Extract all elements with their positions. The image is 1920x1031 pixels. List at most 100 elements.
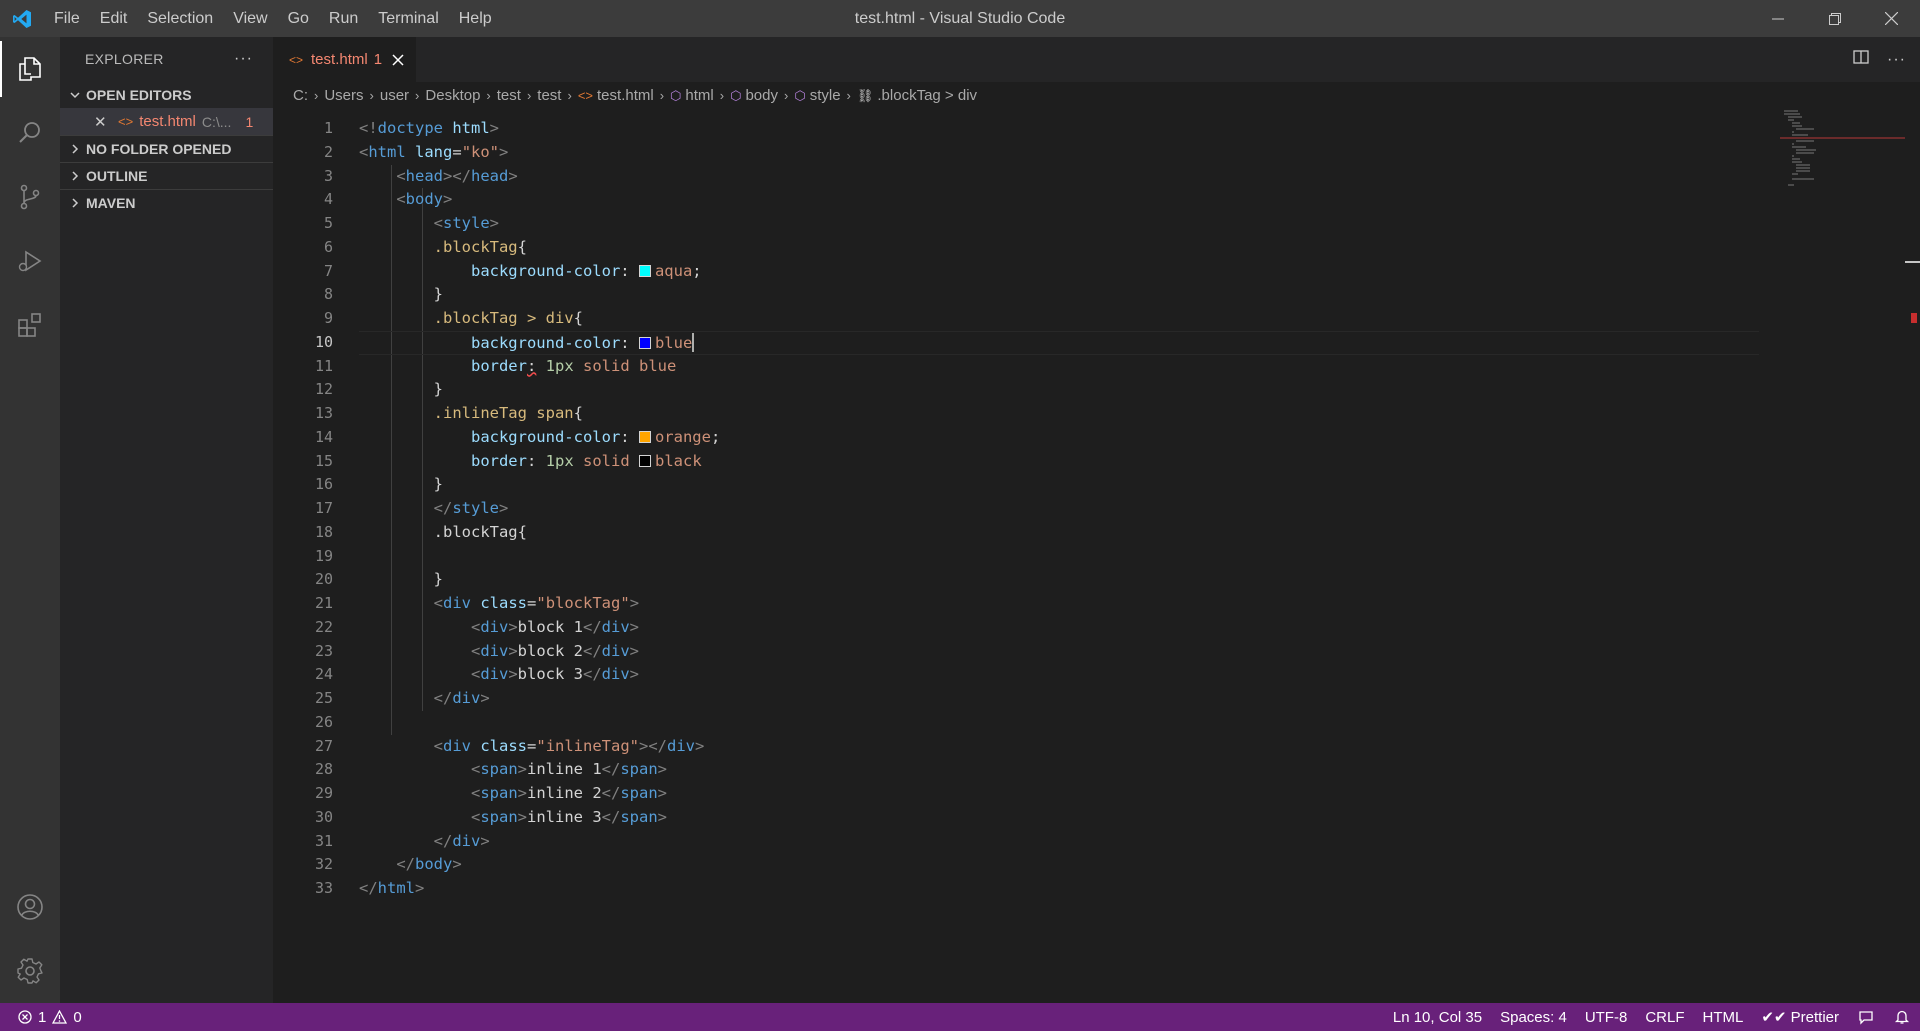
breadcrumb-item[interactable]: Desktop <box>425 87 480 104</box>
code-token: = <box>527 594 537 612</box>
encoding-setting[interactable]: UTF-8 <box>1576 1009 1637 1026</box>
code-editor[interactable]: 1 2 3 4 5 6 7 8 9 10 11 12 13 14 15 16 17 18 19 20 21 22 23 24 2… <box>273 109 1780 1003</box>
code-line[interactable]: <html lang="ko"> <box>359 141 1759 165</box>
code-token: orange <box>654 427 711 446</box>
line-number: 25 <box>314 689 333 707</box>
breadcrumb-item[interactable]: user <box>380 87 409 104</box>
breadcrumb-item[interactable]: Users <box>324 87 363 104</box>
code-line[interactable]: <span>inline 3</span> <box>359 806 1759 830</box>
minimap[interactable] <box>1780 109 1905 1003</box>
code-line[interactable]: <span>inline 1</span> <box>359 758 1759 782</box>
breadcrumb-separator-icon: › <box>415 88 420 103</box>
menu-go[interactable]: Go <box>278 0 319 37</box>
close-editor-icon[interactable]: ✕ <box>94 113 110 131</box>
close-window-button[interactable] <box>1863 0 1920 37</box>
code-line[interactable]: } <box>359 473 1759 497</box>
breadcrumb-item[interactable]: ⬡ style <box>794 87 840 104</box>
code-line[interactable] <box>359 545 1759 569</box>
code-line[interactable]: .blockTag{ <box>359 236 1759 260</box>
code-line[interactable]: </body> <box>359 853 1759 877</box>
indentation-setting[interactable]: Spaces: 4 <box>1491 1009 1576 1026</box>
prettier-status[interactable]: ✔✔ Prettier <box>1752 1008 1848 1026</box>
code-line[interactable]: <div>block 1</div> <box>359 616 1759 640</box>
breadcrumb-item[interactable]: ⬡ html <box>670 87 714 104</box>
run-debug-icon[interactable] <box>0 229 60 293</box>
code-line[interactable]: <style> <box>359 212 1759 236</box>
code-line[interactable]: <div class="blockTag"> <box>359 592 1759 616</box>
minimize-button[interactable] <box>1749 0 1806 37</box>
code-line[interactable]: </div> <box>359 830 1759 854</box>
tab-test-html[interactable]: <> test.html 1 <box>273 37 417 82</box>
code-content[interactable]: <!doctype html> <html lang="ko"> <head></… <box>359 117 1759 901</box>
eol-setting[interactable]: CRLF <box>1636 1009 1693 1026</box>
open-editor-item[interactable]: ✕ <> test.html C:\... 1 <box>60 108 273 135</box>
code-line[interactable]: <head></head> <box>359 165 1759 189</box>
code-token: > <box>480 689 490 707</box>
more-actions-icon[interactable]: ··· <box>234 50 253 68</box>
color-swatch[interactable] <box>638 430 651 443</box>
code-line[interactable]: border: 1px solid blue <box>359 355 1759 379</box>
menu-selection[interactable]: Selection <box>137 0 223 37</box>
color-swatch[interactable] <box>638 336 651 349</box>
code-line[interactable]: } <box>359 283 1759 307</box>
code-line[interactable]: border: 1px solid black <box>359 450 1759 474</box>
explorer-icon[interactable] <box>0 37 60 101</box>
code-line[interactable]: background-color: aqua; <box>359 260 1759 284</box>
menu-edit[interactable]: Edit <box>90 0 138 37</box>
code-line[interactable]: <body> <box>359 188 1759 212</box>
code-line[interactable]: background-color: orange; <box>359 426 1759 450</box>
open-editors-section[interactable]: OPEN EDITORS <box>60 81 273 108</box>
notifications-bell-icon[interactable] <box>1884 1009 1920 1025</box>
more-actions-icon[interactable]: ··· <box>1887 51 1906 69</box>
cursor-position[interactable]: Ln 10, Col 35 <box>1384 1009 1491 1026</box>
search-icon[interactable] <box>0 101 60 165</box>
accounts-icon[interactable] <box>0 875 60 939</box>
split-editor-icon[interactable] <box>1853 49 1869 70</box>
settings-gear-icon[interactable] <box>0 939 60 1003</box>
breadcrumb-item[interactable]: ⛓ .blockTag > div <box>857 87 977 104</box>
code-line[interactable]: <div class="inlineTag"></div> <box>359 735 1759 759</box>
code-line[interactable]: } <box>359 378 1759 402</box>
breadcrumb-item[interactable]: test <box>497 87 521 104</box>
code-line[interactable] <box>359 711 1759 735</box>
language-mode[interactable]: HTML <box>1693 1009 1752 1026</box>
no-folder-section[interactable]: NO FOLDER OPENED <box>60 135 273 162</box>
menu-view[interactable]: View <box>223 0 277 37</box>
menu-file[interactable]: File <box>44 0 90 37</box>
code-line[interactable]: </html> <box>359 877 1759 901</box>
menu-run[interactable]: Run <box>319 0 368 37</box>
menu-terminal[interactable]: Terminal <box>368 0 448 37</box>
color-swatch[interactable] <box>638 264 651 277</box>
code-line[interactable]: <!doctype html> <box>359 117 1759 141</box>
breadcrumb-item[interactable]: <> test.html <box>578 87 654 104</box>
code-line[interactable]: <div>block 2</div> <box>359 640 1759 664</box>
vertical-scrollbar[interactable] <box>1905 109 1920 1003</box>
breadcrumb-item[interactable]: ⬡ body <box>730 87 778 104</box>
menu-help[interactable]: Help <box>449 0 502 37</box>
editor-actions: ··· <box>1853 37 1906 82</box>
restore-button[interactable] <box>1806 0 1863 37</box>
breadcrumb-item[interactable]: test <box>537 87 561 104</box>
maven-section[interactable]: MAVEN <box>60 189 273 216</box>
open-editor-path: C:\... <box>201 113 232 130</box>
extensions-icon[interactable] <box>0 293 60 357</box>
code-line[interactable]: </style> <box>359 497 1759 521</box>
code-line[interactable]: <span>inline 2</span> <box>359 782 1759 806</box>
source-control-icon[interactable] <box>0 165 60 229</box>
breadcrumb-item[interactable]: C: <box>293 87 308 104</box>
code-line[interactable]: } <box>359 568 1759 592</box>
code-line[interactable]: .blockTag > div{ <box>359 307 1759 331</box>
color-swatch[interactable] <box>639 454 651 467</box>
problems-status[interactable]: 1 0 <box>0 1009 82 1026</box>
sidebar-title: EXPLORER <box>85 51 164 67</box>
code-line[interactable]: background-color: blue <box>359 330 1759 355</box>
feedback-icon[interactable] <box>1848 1009 1884 1025</box>
code-line[interactable]: .blockTag{ <box>359 521 1759 545</box>
code-line[interactable]: </div> <box>359 687 1759 711</box>
code-line[interactable]: <div>block 3</div> <box>359 663 1759 687</box>
close-icon[interactable] <box>392 53 404 66</box>
code-line[interactable]: .inlineTag span{ <box>359 402 1759 426</box>
code-token: head <box>405 166 443 185</box>
outline-section[interactable]: OUTLINE <box>60 162 273 189</box>
